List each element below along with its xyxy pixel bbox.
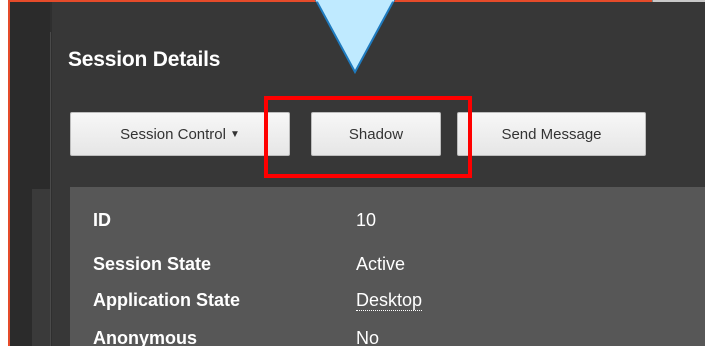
caret-down-icon: ▼ — [229, 128, 240, 140]
callout-pointer — [314, 0, 396, 74]
left-navigation — [10, 2, 51, 346]
application-state-link[interactable]: Desktop — [356, 290, 423, 311]
page-title: Session Details — [68, 48, 221, 71]
nav-separator — [50, 32, 51, 346]
detail-value: Active — [356, 254, 406, 274]
detail-row-session-state: Session State Active — [93, 254, 405, 275]
shadow-label: Shadow — [348, 125, 404, 143]
detail-label: Application State — [93, 290, 241, 310]
send-message-button[interactable]: Send Message — [457, 112, 646, 156]
detail-value: 10 — [356, 210, 377, 230]
detail-label: ID — [93, 210, 111, 230]
session-control-label: Session Control — [120, 125, 226, 143]
detail-label: Session State — [93, 254, 212, 274]
detail-row-id: ID 10 — [93, 210, 376, 231]
shadow-button[interactable]: Shadow — [311, 112, 441, 156]
app-window: Session Details Session Control ▼ Shadow… — [0, 0, 705, 348]
detail-row-application-state: Application State Desktop — [93, 290, 423, 311]
session-control-button[interactable]: Session Control ▼ — [70, 112, 290, 156]
nav-lower-band — [32, 189, 50, 346]
send-message-label: Send Message — [501, 125, 602, 143]
